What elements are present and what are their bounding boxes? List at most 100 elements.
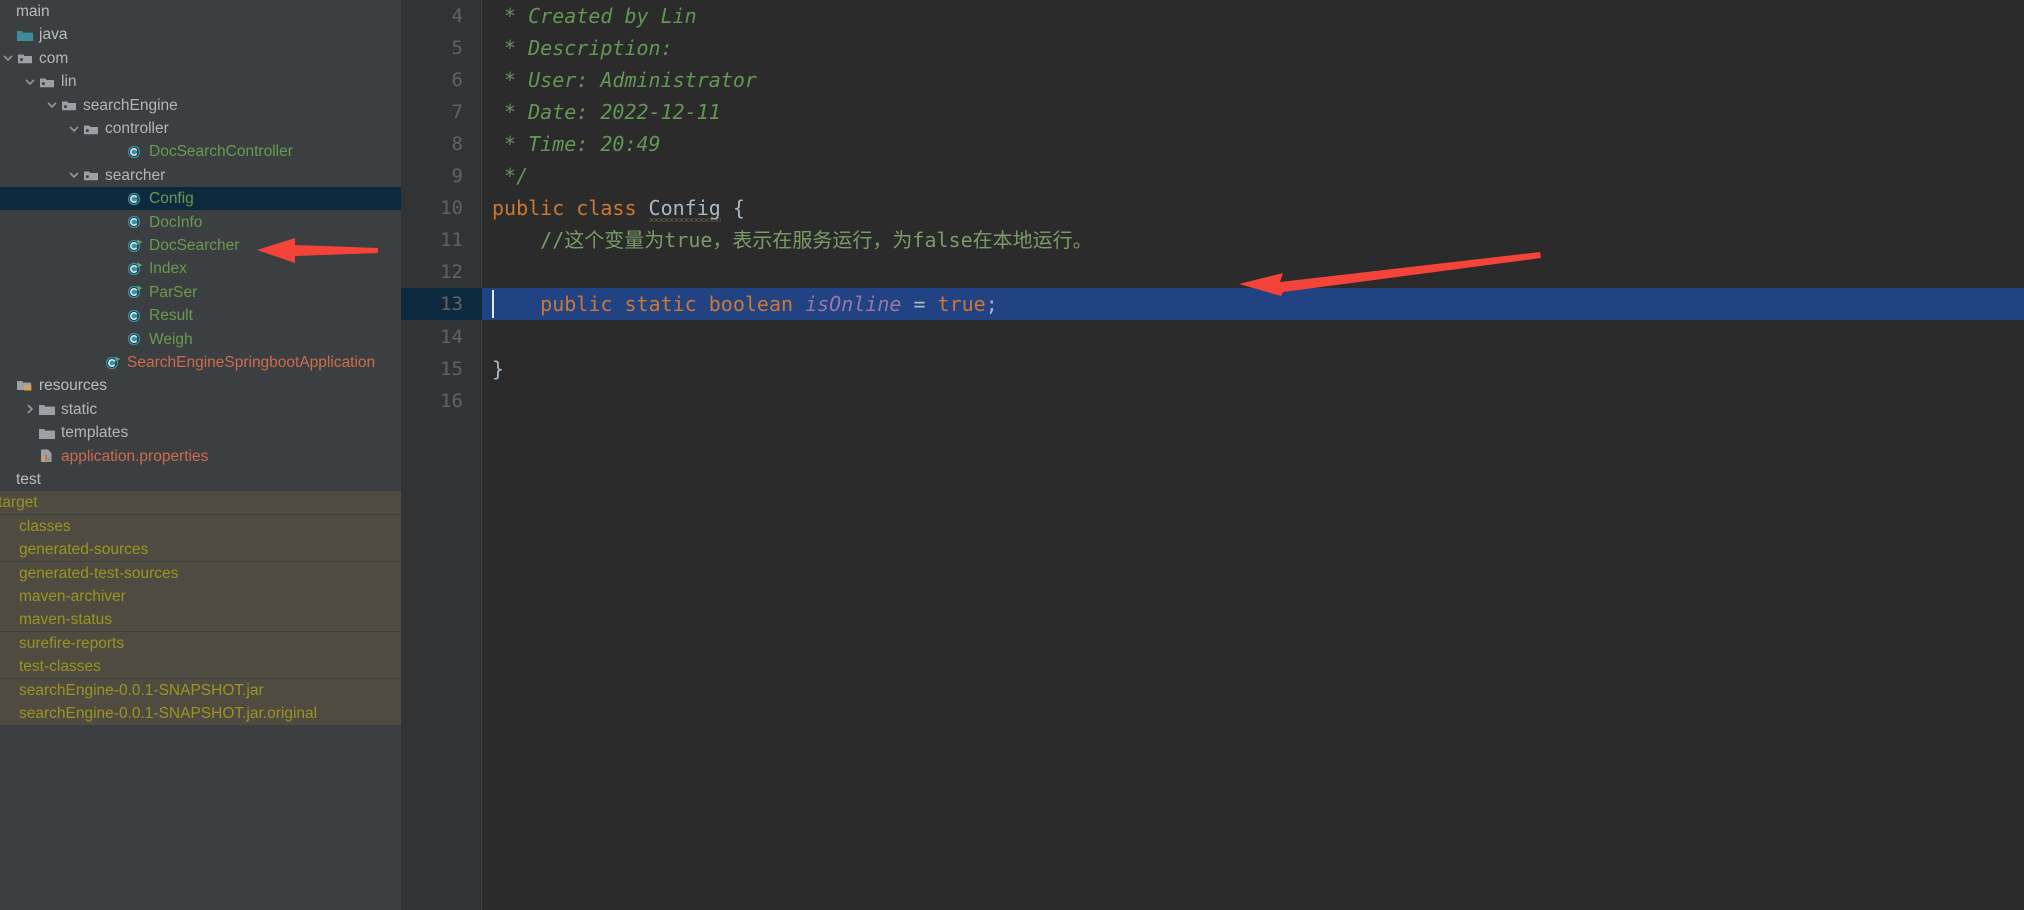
tree-node-surefire-reports[interactable]: surefire-reports bbox=[0, 631, 401, 655]
tree-node-result[interactable]: Result bbox=[0, 304, 401, 327]
line-number-gutter[interactable]: 4 5 6 7 8 9 10 11 12 13 14 15 16 bbox=[401, 0, 482, 910]
tree-node-searcher[interactable]: searcher bbox=[0, 164, 401, 187]
code-token: { bbox=[720, 196, 745, 221]
tree-node-label: searcher bbox=[105, 166, 166, 184]
project-tree-panel[interactable]: main java com lin searchEngine controller DocS… bbox=[0, 0, 401, 910]
line-number[interactable]: 15 bbox=[401, 353, 463, 385]
tree-node-label: classes bbox=[19, 517, 71, 535]
tree-node-docsearchcontroller[interactable]: DocSearchController bbox=[0, 140, 401, 163]
tree-twisty-spacer bbox=[3, 515, 19, 538]
tree-node-generated-sources[interactable]: generated-sources bbox=[0, 538, 401, 562]
tree-node-label: main bbox=[16, 3, 50, 20]
tree-node-controller[interactable]: controller bbox=[0, 117, 401, 140]
code-line[interactable]: public class Config { bbox=[482, 192, 2024, 224]
tree-node-searchenginespringbootapplication[interactable]: SearchEngineSpringbootApplication bbox=[0, 351, 401, 374]
editor-area[interactable]: 4 5 6 7 8 9 10 11 12 13 14 15 16 * Created by Lin * … bbox=[401, 0, 2024, 910]
code-token: * Date: 2022-12-11 bbox=[492, 100, 721, 125]
tree-node-maven-archiver[interactable]: maven-archiver bbox=[0, 585, 401, 608]
chevron-down-icon[interactable] bbox=[22, 70, 38, 93]
tree-node-maven-status[interactable]: maven-status bbox=[0, 608, 401, 632]
code-line[interactable] bbox=[482, 321, 2024, 353]
class-runnable-icon bbox=[126, 257, 144, 280]
chevron-right-icon[interactable] bbox=[22, 398, 38, 421]
tree-node-label: static bbox=[61, 400, 98, 418]
tree-node-label: templates bbox=[61, 424, 129, 442]
class-icon bbox=[126, 187, 144, 210]
code-line[interactable] bbox=[482, 256, 2024, 288]
tree-node-label: target bbox=[0, 494, 38, 512]
properties-icon bbox=[38, 445, 56, 468]
tree-node-index[interactable]: Index bbox=[0, 257, 401, 280]
line-number[interactable]: 6 bbox=[401, 64, 463, 96]
code-line[interactable]: */ bbox=[482, 160, 2024, 192]
tree-node-lin[interactable]: lin bbox=[0, 70, 401, 93]
tree-node-label: java bbox=[39, 26, 68, 44]
tree-node-application-properties[interactable]: application.properties bbox=[0, 445, 401, 468]
code-line[interactable] bbox=[482, 385, 2024, 417]
tree-twisty-spacer bbox=[3, 562, 19, 585]
line-number[interactable]: 14 bbox=[401, 321, 463, 353]
tree-node-label: maven-archiver bbox=[19, 588, 126, 605]
tree-node-com[interactable]: com bbox=[0, 47, 401, 70]
tree-node-weigh[interactable]: Weigh bbox=[0, 328, 401, 351]
tree-node-parser[interactable]: ParSer bbox=[0, 281, 401, 304]
tree-node-searchengine[interactable]: searchEngine bbox=[0, 94, 401, 117]
line-number[interactable]: 10 bbox=[401, 192, 463, 224]
tree-node-label: DocSearcher bbox=[149, 237, 240, 254]
tree-node-main[interactable]: main bbox=[0, 0, 401, 23]
tree-node-searchengine-0-0-1-snapshot-jar[interactable]: searchEngine-0.0.1-SNAPSHOT.jar bbox=[0, 678, 401, 702]
folder-package-icon bbox=[60, 94, 78, 117]
line-number[interactable]: 8 bbox=[401, 128, 463, 160]
tree-twisty-spacer bbox=[3, 632, 19, 655]
line-number[interactable]: 12 bbox=[401, 256, 463, 288]
folder-package-icon bbox=[82, 117, 100, 140]
tree-node-label: controller bbox=[105, 120, 169, 137]
tree-node-label: Result bbox=[149, 307, 193, 325]
tree-node-docinfo[interactable]: DocInfo bbox=[0, 211, 401, 234]
tree-node-generated-test-sources[interactable]: generated-test-sources bbox=[0, 561, 401, 585]
code-token: * User: Administrator bbox=[492, 68, 757, 93]
line-number[interactable]: 16 bbox=[401, 385, 463, 417]
chevron-down-icon[interactable] bbox=[44, 94, 60, 117]
line-number[interactable]: 11 bbox=[401, 224, 463, 256]
tree-node-label: DocInfo bbox=[149, 213, 203, 231]
code-line[interactable]: * Created by Lin bbox=[482, 0, 2024, 32]
tree-node-config[interactable]: Config bbox=[0, 187, 401, 211]
tree-node-classes[interactable]: classes bbox=[0, 514, 401, 538]
code-line[interactable]: * User: Administrator bbox=[482, 64, 2024, 96]
tree-node-templates[interactable]: templates bbox=[0, 421, 401, 444]
code-line[interactable]: * Description: bbox=[482, 32, 2024, 64]
code-token: isOnline bbox=[805, 292, 902, 317]
code-line[interactable]: * Date: 2022-12-11 bbox=[482, 96, 2024, 128]
folder-package-icon bbox=[16, 47, 34, 70]
line-number[interactable]: 9 bbox=[401, 160, 463, 192]
chevron-down-icon[interactable] bbox=[66, 117, 82, 140]
code-line[interactable]: * Time: 20:49 bbox=[482, 128, 2024, 160]
tree-node-label: resources bbox=[39, 377, 108, 395]
tree-node-searchengine-0-0-1-snapshot-jar-original[interactable]: searchEngine-0.0.1-SNAPSHOT.jar.original bbox=[0, 702, 401, 725]
line-number[interactable]: 13 bbox=[401, 288, 463, 320]
tree-node-static[interactable]: static bbox=[0, 398, 401, 421]
tree-node-docsearcher[interactable]: DocSearcher bbox=[0, 234, 401, 257]
tree-twisty-spacer bbox=[0, 23, 16, 46]
code-line[interactable]: //这个变量为true，表示在服务运行，为false在本地运行。 bbox=[482, 224, 2024, 256]
chevron-down-icon[interactable] bbox=[66, 164, 82, 187]
line-number[interactable]: 5 bbox=[401, 32, 463, 64]
code-line[interactable]: public static boolean isOnline = true; bbox=[482, 288, 2024, 320]
text-caret bbox=[492, 290, 494, 319]
tree-node-resources[interactable]: resources bbox=[0, 374, 401, 397]
line-number[interactable]: 4 bbox=[401, 0, 463, 32]
chevron-down-icon[interactable] bbox=[0, 47, 16, 70]
tree-node-test[interactable]: test bbox=[0, 468, 401, 491]
tree-node-target[interactable]: target bbox=[0, 491, 401, 515]
code-token: * Time: 20:49 bbox=[492, 132, 661, 157]
tree-twisty-spacer bbox=[3, 585, 19, 608]
line-number[interactable]: 7 bbox=[401, 96, 463, 128]
code-token: ; bbox=[985, 292, 998, 317]
tree-node-java[interactable]: java bbox=[0, 23, 401, 46]
tree-node-label: Config bbox=[149, 190, 194, 208]
folder-icon bbox=[38, 421, 56, 444]
code-line[interactable]: } bbox=[482, 353, 2024, 385]
tree-node-test-classes[interactable]: test-classes bbox=[0, 655, 401, 679]
code-text-area[interactable]: * Created by Lin * Description: * User: … bbox=[482, 0, 2024, 910]
